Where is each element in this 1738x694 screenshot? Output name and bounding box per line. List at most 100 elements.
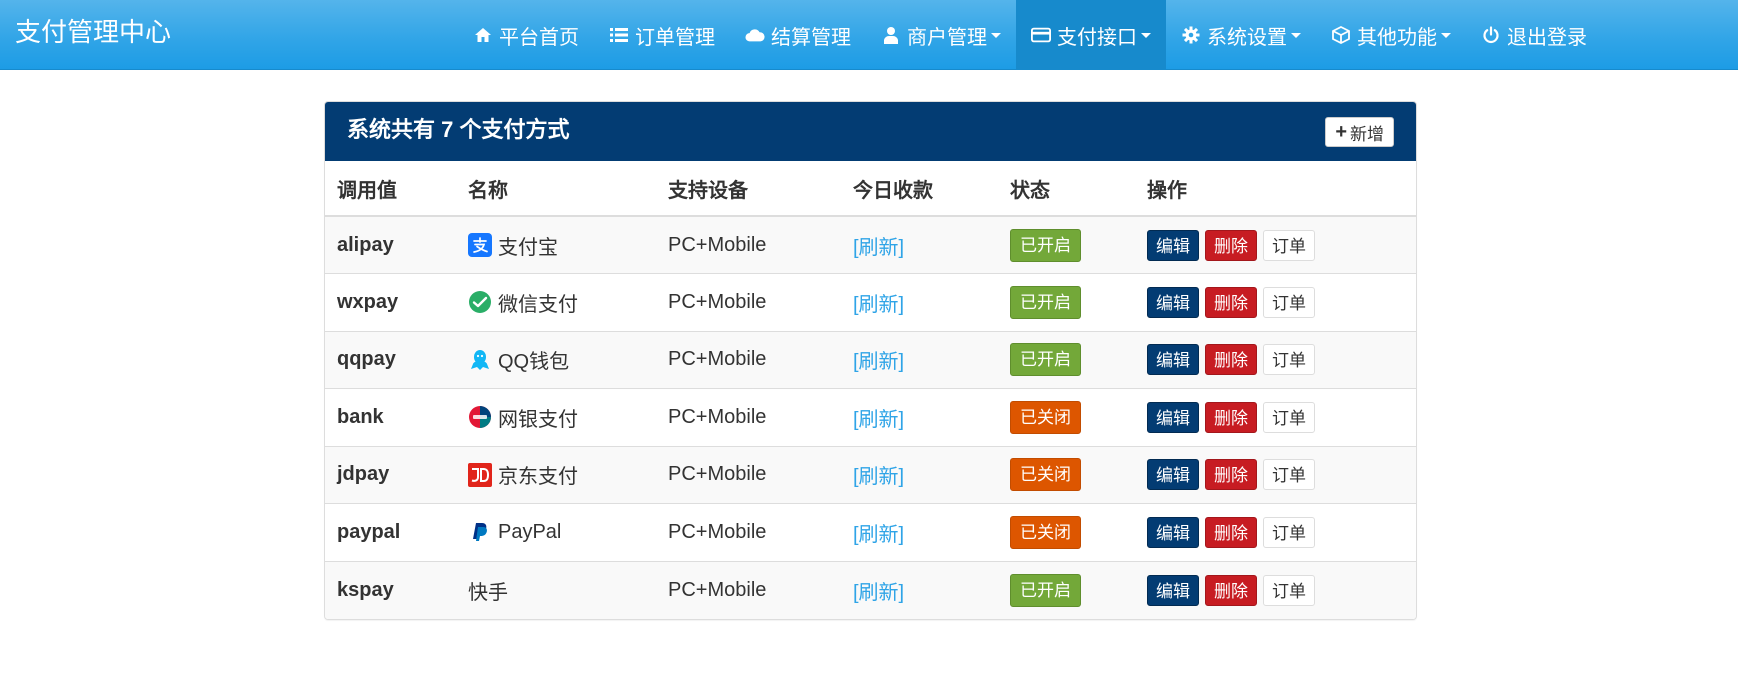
nav-item-label: 其他功能 bbox=[1357, 26, 1437, 49]
status-badge: 已开启 bbox=[1010, 343, 1081, 377]
nav-item-merchants[interactable]: 商户管理 bbox=[866, 0, 1016, 70]
caret-down-icon bbox=[1441, 32, 1451, 38]
table-header-row: 调用值 名称 支持设备 今日收款 状态 操作 bbox=[325, 161, 1416, 217]
cloud-icon bbox=[745, 25, 765, 45]
payment-name-label: PayPal bbox=[498, 520, 562, 543]
edit-button[interactable]: 编辑 bbox=[1147, 229, 1199, 261]
payment-name-label: 快手 bbox=[468, 581, 508, 604]
payment-methods-table: 调用值 名称 支持设备 今日收款 状态 操作 alipay 支付宝 PC+Mob… bbox=[325, 161, 1416, 619]
status-badge: 已关闭 bbox=[1010, 400, 1081, 434]
table-row: bank 网银支付 PC+Mobile [刷新] 已关闭 编辑 删除 订单 bbox=[325, 388, 1416, 446]
refresh-link[interactable]: [刷新] bbox=[853, 466, 904, 488]
user-icon bbox=[881, 25, 901, 45]
orders-button[interactable]: 订单 bbox=[1263, 459, 1315, 491]
column-header: 名称 bbox=[456, 161, 656, 217]
nav-item-settlement[interactable]: 结算管理 bbox=[730, 0, 866, 70]
table-row: jdpay 京东支付 PC+Mobile [刷新] 已关闭 编辑 删除 订单 bbox=[325, 445, 1416, 504]
payment-name: 微信支付 bbox=[468, 288, 644, 317]
payment-name: 京东支付 bbox=[468, 460, 644, 489]
orders-button[interactable]: 订单 bbox=[1263, 286, 1315, 318]
nav-item-orders[interactable]: 订单管理 bbox=[594, 0, 730, 70]
paypal-icon bbox=[468, 520, 492, 544]
device-support: PC+Mobile bbox=[656, 215, 841, 274]
add-button-label: 新增 bbox=[1350, 124, 1384, 144]
gear-icon bbox=[1181, 25, 1201, 45]
payment-name-label: 网银支付 bbox=[498, 408, 578, 431]
main-nav: 平台首页 订单管理 结算管理 商户管理 支付接口 系统设置 其他功能 退出登录 bbox=[458, 0, 1602, 70]
device-support: PC+Mobile bbox=[656, 388, 841, 446]
payment-code: qqpay bbox=[325, 330, 456, 389]
refresh-link[interactable]: [刷新] bbox=[853, 409, 904, 431]
payment-code: bank bbox=[325, 388, 456, 446]
delete-button[interactable]: 删除 bbox=[1205, 516, 1257, 548]
delete-button[interactable]: 删除 bbox=[1205, 401, 1257, 433]
panel-title: 系统共有 7 个支付方式 bbox=[347, 117, 570, 142]
nav-item-label: 商户管理 bbox=[907, 26, 987, 49]
delete-button[interactable]: 删除 bbox=[1205, 286, 1257, 318]
delete-button[interactable]: 删除 bbox=[1205, 229, 1257, 261]
add-payment-button[interactable]: + 新增 bbox=[1325, 117, 1394, 147]
plus-icon: + bbox=[1335, 121, 1347, 143]
unionpay-icon bbox=[468, 405, 492, 429]
column-header: 操作 bbox=[1135, 161, 1416, 217]
column-header: 今日收款 bbox=[841, 161, 998, 217]
delete-button[interactable]: 删除 bbox=[1205, 344, 1257, 376]
refresh-link[interactable]: [刷新] bbox=[853, 237, 904, 259]
payment-name-label: 支付宝 bbox=[498, 236, 558, 259]
orders-button[interactable]: 订单 bbox=[1263, 574, 1315, 606]
nav-item-label: 系统设置 bbox=[1207, 26, 1287, 49]
delete-button[interactable]: 删除 bbox=[1205, 459, 1257, 491]
payment-name: 支付宝 bbox=[468, 231, 644, 260]
status-badge: 已关闭 bbox=[1010, 515, 1081, 549]
device-support: PC+Mobile bbox=[656, 560, 841, 619]
payment-name: 网银支付 bbox=[468, 403, 644, 432]
payment-name-label: 京东支付 bbox=[498, 466, 578, 489]
table-row: kspay 快手 PC+Mobile [刷新] 已开启 编辑 删除 订单 bbox=[325, 560, 1416, 619]
home-icon bbox=[473, 25, 493, 45]
alipay-icon bbox=[468, 233, 492, 257]
nav-item-system-settings[interactable]: 系统设置 bbox=[1166, 0, 1316, 70]
delete-button[interactable]: 删除 bbox=[1205, 574, 1257, 606]
refresh-link[interactable]: [刷新] bbox=[853, 524, 904, 546]
edit-button[interactable]: 编辑 bbox=[1147, 286, 1199, 318]
table-row: qqpay QQ钱包 PC+Mobile [刷新] 已开启 编辑 删除 订单 bbox=[325, 330, 1416, 389]
refresh-link[interactable]: [刷新] bbox=[853, 294, 904, 316]
caret-down-icon bbox=[1141, 32, 1151, 38]
edit-button[interactable]: 编辑 bbox=[1147, 401, 1199, 433]
panel-heading: 系统共有 7 个支付方式 + 新增 bbox=[325, 102, 1416, 161]
payment-code: alipay bbox=[325, 215, 456, 274]
navbar: 支付管理中心 平台首页 订单管理 结算管理 商户管理 支付接口 系统设置 其他功… bbox=[0, 0, 1738, 70]
edit-button[interactable]: 编辑 bbox=[1147, 344, 1199, 376]
table-row: alipay 支付宝 PC+Mobile [刷新] 已开启 编辑 删除 订单 bbox=[325, 215, 1416, 274]
column-header: 支持设备 bbox=[656, 161, 841, 217]
list-icon bbox=[609, 25, 629, 45]
payment-name: 快手 bbox=[468, 576, 644, 605]
orders-button[interactable]: 订单 bbox=[1263, 401, 1315, 433]
table-row: paypal PayPal PC+Mobile [刷新] 已关闭 编辑 删除 订… bbox=[325, 503, 1416, 561]
orders-button[interactable]: 订单 bbox=[1263, 229, 1315, 261]
edit-button[interactable]: 编辑 bbox=[1147, 459, 1199, 491]
qq-icon bbox=[468, 348, 492, 372]
nav-item-label: 订单管理 bbox=[635, 26, 715, 49]
status-badge: 已开启 bbox=[1010, 573, 1081, 607]
nav-item-label: 平台首页 bbox=[499, 26, 579, 49]
payment-code: paypal bbox=[325, 503, 456, 561]
nav-item-logout[interactable]: 退出登录 bbox=[1466, 0, 1602, 70]
payment-code: jdpay bbox=[325, 445, 456, 504]
device-support: PC+Mobile bbox=[656, 445, 841, 504]
orders-button[interactable]: 订单 bbox=[1263, 344, 1315, 376]
nav-item-label: 退出登录 bbox=[1507, 26, 1587, 49]
edit-button[interactable]: 编辑 bbox=[1147, 516, 1199, 548]
device-support: PC+Mobile bbox=[656, 273, 841, 331]
edit-button[interactable]: 编辑 bbox=[1147, 574, 1199, 606]
payment-name: QQ钱包 bbox=[468, 345, 644, 374]
caret-down-icon bbox=[1291, 32, 1301, 38]
refresh-link[interactable]: [刷新] bbox=[853, 351, 904, 373]
orders-button[interactable]: 订单 bbox=[1263, 516, 1315, 548]
nav-item-home[interactable]: 平台首页 bbox=[458, 0, 594, 70]
refresh-link[interactable]: [刷新] bbox=[853, 582, 904, 604]
credit-card-icon bbox=[1031, 25, 1051, 45]
nav-item-other-functions[interactable]: 其他功能 bbox=[1316, 0, 1466, 70]
nav-item-payment-interface[interactable]: 支付接口 bbox=[1016, 0, 1166, 70]
brand-title[interactable]: 支付管理中心 bbox=[15, 0, 171, 64]
